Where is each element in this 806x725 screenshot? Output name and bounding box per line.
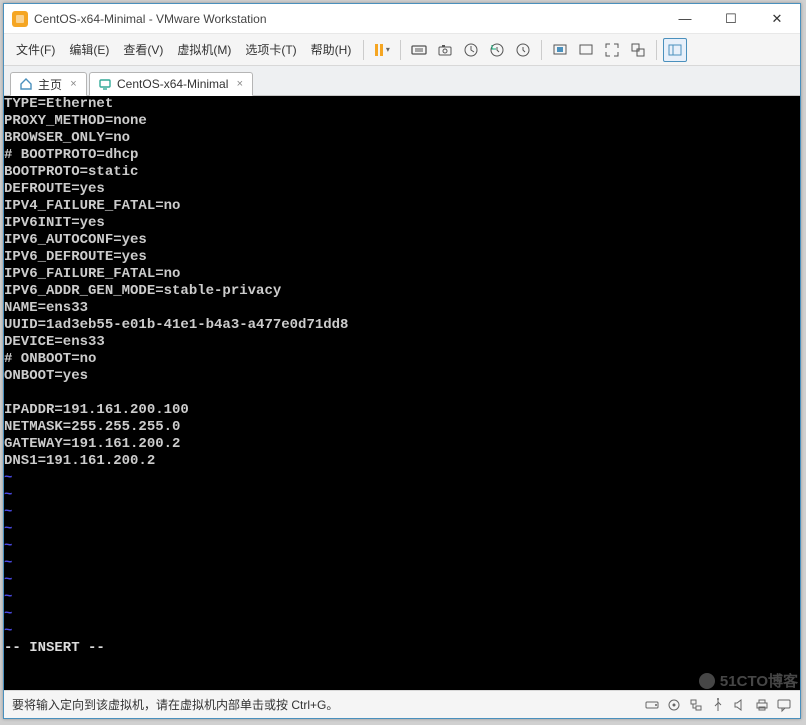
menu-vm[interactable]: 虚拟机(M) (171, 37, 237, 62)
tab-label: CentOS-x64-Minimal (117, 77, 228, 91)
clock-icon (463, 42, 479, 58)
printer-icon[interactable] (754, 697, 770, 713)
separator (363, 40, 364, 60)
vm-console[interactable]: TYPE=EthernetPROXY_METHOD=noneBROWSER_ON… (4, 96, 800, 690)
fullscreen-icon (604, 42, 620, 58)
maximize-button[interactable]: ☐ (708, 4, 754, 34)
menu-view[interactable]: 查看(V) (117, 37, 169, 62)
messages-icon[interactable] (776, 697, 792, 713)
tab-close-button[interactable]: × (67, 78, 80, 91)
tab-close-button[interactable]: × (233, 78, 246, 91)
show-library-button[interactable] (663, 38, 687, 62)
menu-file[interactable]: 文件(F) (10, 37, 61, 62)
window-title: CentOS-x64-Minimal - VMware Workstation (34, 12, 662, 26)
keyboard-icon (411, 42, 427, 58)
snapshot-button[interactable] (433, 38, 457, 62)
clock-revert-icon (489, 42, 505, 58)
tab-home[interactable]: 主页 × (10, 72, 87, 96)
send-ctrl-alt-del-button[interactable] (407, 38, 431, 62)
unity-icon (630, 42, 646, 58)
menu-tabs[interactable]: 选项卡(T) (239, 37, 302, 62)
snapshot-take-button[interactable] (511, 38, 535, 62)
network-icon[interactable] (688, 697, 704, 713)
snapshot-manager-button[interactable] (459, 38, 483, 62)
separator (400, 40, 401, 60)
vmware-window: CentOS-x64-Minimal - VMware Workstation … (3, 3, 801, 719)
revert-snapshot-button[interactable] (485, 38, 509, 62)
minimize-button[interactable]: — (662, 4, 708, 34)
window-controls: — ☐ ✕ (662, 4, 800, 34)
usb-icon[interactable] (710, 697, 726, 713)
status-device-icons (644, 697, 792, 713)
sound-icon[interactable] (732, 697, 748, 713)
unity-button[interactable] (626, 38, 650, 62)
monitor-icon (578, 42, 594, 58)
menubar: 文件(F) 编辑(E) 查看(V) 虚拟机(M) 选项卡(T) 帮助(H) ▾ (4, 34, 800, 66)
screen-fit-icon (552, 42, 568, 58)
statusbar: 要将输入定向到该虚拟机，请在虚拟机内部单击或按 Ctrl+G。 (4, 690, 800, 718)
cd-icon[interactable] (666, 697, 682, 713)
pause-button[interactable]: ▾ (370, 38, 394, 62)
fit-guest-button[interactable] (548, 38, 572, 62)
close-button[interactable]: ✕ (754, 4, 800, 34)
tab-label: 主页 (38, 76, 62, 93)
titlebar: CentOS-x64-Minimal - VMware Workstation … (4, 4, 800, 34)
pause-icon (375, 44, 383, 56)
library-icon (667, 42, 683, 58)
disk-icon[interactable] (644, 697, 660, 713)
app-icon (12, 11, 28, 27)
separator (656, 40, 657, 60)
separator (541, 40, 542, 60)
camera-icon (437, 42, 453, 58)
status-hint: 要将输入定向到该虚拟机，请在虚拟机内部单击或按 Ctrl+G。 (12, 696, 338, 713)
tab-vm-centos[interactable]: CentOS-x64-Minimal × (89, 72, 253, 96)
fullscreen-button[interactable] (600, 38, 624, 62)
menu-help[interactable]: 帮助(H) (305, 37, 358, 62)
console-view-button[interactable] (574, 38, 598, 62)
clock-plus-icon (515, 42, 531, 58)
vm-icon (98, 77, 112, 91)
tabbar: 主页 × CentOS-x64-Minimal × (4, 66, 800, 96)
menu-edit[interactable]: 编辑(E) (63, 37, 115, 62)
home-icon (19, 77, 33, 91)
